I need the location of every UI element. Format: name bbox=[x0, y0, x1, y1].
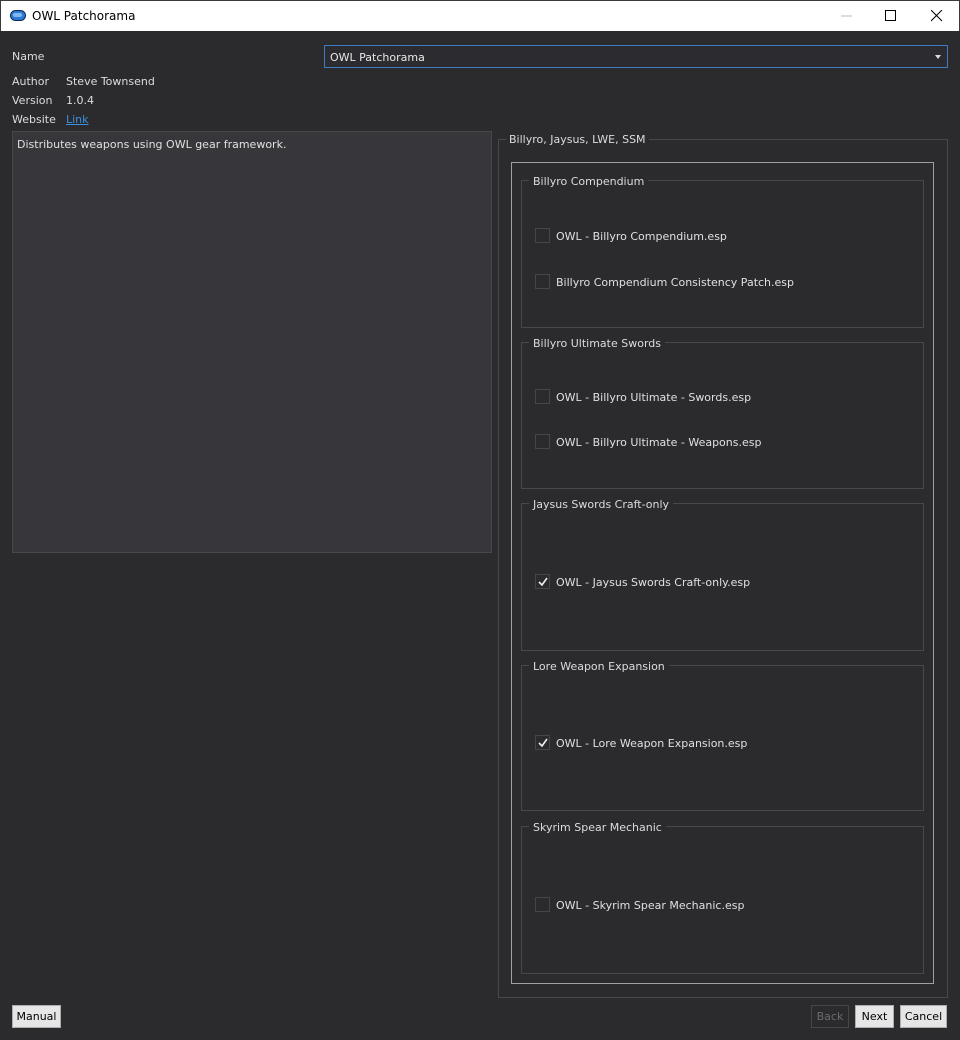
checkbox-lore-weapon-expansion[interactable] bbox=[535, 735, 550, 750]
website-link[interactable]: Link bbox=[66, 113, 89, 126]
next-button[interactable]: Next bbox=[855, 1005, 894, 1028]
version-value: 1.0.4 bbox=[66, 94, 94, 107]
author-value: Steve Townsend bbox=[66, 75, 155, 88]
checkbox-skyrim-spear-mechanic[interactable] bbox=[535, 897, 550, 912]
checkbox-label[interactable]: OWL - Jaysus Swords Craft-only.esp bbox=[556, 576, 750, 589]
name-select[interactable]: OWL Patchorama bbox=[324, 45, 948, 68]
back-button[interactable]: Back bbox=[811, 1005, 849, 1028]
close-icon bbox=[931, 10, 943, 22]
checkbox-label[interactable]: OWL - Skyrim Spear Mechanic.esp bbox=[556, 899, 744, 912]
minimize-icon bbox=[841, 15, 852, 17]
description-box[interactable]: Distributes weapons using OWL gear frame… bbox=[12, 131, 492, 553]
group-title: Billyro Ultimate Swords bbox=[529, 337, 665, 350]
manual-button[interactable]: Manual bbox=[12, 1005, 61, 1028]
group-title: Jaysus Swords Craft-only bbox=[529, 498, 674, 511]
window-title: OWL Patchorama bbox=[32, 9, 136, 23]
group-title: Skyrim Spear Mechanic bbox=[529, 821, 666, 834]
group-title: Billyro Compendium bbox=[529, 175, 649, 188]
app-pill-icon bbox=[10, 10, 26, 21]
checkbox-label[interactable]: Billyro Compendium Consistency Patch.esp bbox=[556, 276, 794, 289]
name-select-value: OWL Patchorama bbox=[330, 51, 425, 64]
checkbox-jaysus-swords[interactable] bbox=[535, 574, 550, 589]
checkmark-icon bbox=[538, 738, 548, 748]
checkbox-label[interactable]: OWL - Billyro Compendium.esp bbox=[556, 230, 727, 243]
title-bar: OWL Patchorama bbox=[0, 0, 960, 31]
group-title: Lore Weapon Expansion bbox=[529, 660, 669, 673]
author-label: Author bbox=[12, 75, 50, 88]
options-group-title: Billyro, Jaysus, LWE, SSM bbox=[506, 133, 649, 146]
checkbox-label[interactable]: OWL - Lore Weapon Expansion.esp bbox=[556, 737, 747, 750]
checkbox-billyro-ultimate-swords[interactable] bbox=[535, 389, 550, 404]
group-billyro-ultimate-swords bbox=[521, 342, 924, 489]
cancel-button[interactable]: Cancel bbox=[900, 1005, 947, 1028]
maximize-button[interactable] bbox=[868, 1, 914, 31]
close-button[interactable] bbox=[914, 1, 960, 31]
checkbox-billyro-consistency-patch[interactable] bbox=[535, 274, 550, 289]
name-label: Name bbox=[12, 50, 45, 63]
maximize-icon bbox=[885, 10, 896, 21]
minimize-button[interactable] bbox=[824, 1, 870, 31]
description-text: Distributes weapons using OWL gear frame… bbox=[17, 138, 287, 151]
version-label: Version bbox=[12, 94, 53, 107]
checkbox-billyro-ultimate-weapons[interactable] bbox=[535, 434, 550, 449]
checkmark-icon bbox=[538, 577, 548, 587]
website-label: Website bbox=[12, 113, 56, 126]
checkbox-billyro-compendium[interactable] bbox=[535, 228, 550, 243]
chevron-down-icon bbox=[935, 55, 941, 59]
checkbox-label[interactable]: OWL - Billyro Ultimate - Swords.esp bbox=[556, 391, 751, 404]
group-billyro-compendium bbox=[521, 180, 924, 328]
checkbox-label[interactable]: OWL - Billyro Ultimate - Weapons.esp bbox=[556, 436, 761, 449]
